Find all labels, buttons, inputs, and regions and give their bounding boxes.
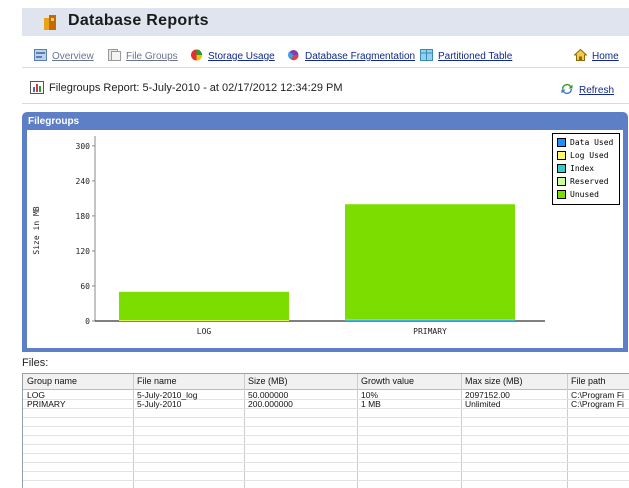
y-tick-label: 60	[80, 282, 90, 291]
nav-database-fragmentation[interactable]: Database Fragmentation	[287, 49, 415, 62]
refresh-icon	[561, 84, 573, 94]
legend-item-unused: Unused	[557, 190, 599, 199]
legend-label: Log Used	[570, 151, 609, 160]
home-icon	[574, 49, 587, 61]
table-row-empty	[23, 418, 629, 427]
filegroups-panel: Filegroups 0 60 120 180 240 300 Size in MB LOG P…	[22, 112, 628, 352]
legend-item-index: Index	[557, 164, 594, 173]
report-bar: Filegroups Report: 5-July-2010 - at 02/1…	[22, 72, 629, 104]
app-title: Database Reports	[68, 12, 209, 29]
reports-icon	[44, 15, 56, 30]
overview-icon	[34, 49, 47, 61]
y-tick-label: 180	[76, 212, 91, 221]
y-tick-label: 0	[85, 317, 90, 326]
legend-item-data-used: Data Used	[557, 138, 613, 147]
legend-swatch	[557, 138, 566, 147]
cell-file-path: C:\Program Fi	[571, 399, 624, 409]
cell-growth-value: 1 MB	[361, 399, 381, 409]
storage-usage-icon	[191, 49, 202, 61]
table-row-empty	[23, 427, 629, 436]
y-tick-label: 120	[76, 247, 91, 256]
refresh-button[interactable]: Refresh	[560, 83, 614, 96]
table-row-empty	[23, 436, 629, 445]
table-row[interactable]: LOG 5-July-2010_log 50.000000 10% 209715…	[23, 391, 629, 400]
legend-label: Unused	[570, 190, 599, 199]
panel-title: Filegroups	[28, 116, 80, 127]
refresh-label: Refresh	[579, 85, 615, 96]
y-tick-label: 240	[76, 177, 91, 186]
nav-home[interactable]: Home	[574, 49, 619, 62]
table-row[interactable]: PRIMARY 5-July-2010 200.000000 1 MB Unli…	[23, 400, 629, 409]
y-tick-label: 300	[76, 142, 91, 151]
legend-label: Data Used	[570, 138, 614, 147]
table-row-empty	[23, 481, 629, 488]
column-header-max-size[interactable]: Max size (MB)	[465, 376, 523, 386]
cell-file-name: 5-July-2010	[137, 399, 182, 409]
cell-group-name: PRIMARY	[27, 399, 66, 409]
nav-storage-usage[interactable]: Storage Usage	[190, 49, 275, 62]
column-header-file-name[interactable]: File name	[137, 376, 177, 386]
legend-item-reserved: Reserved	[557, 177, 609, 186]
table-row-empty	[23, 472, 629, 481]
partitioned-table-icon	[420, 49, 433, 61]
legend-swatch	[557, 151, 566, 160]
y-axis-label: Size in MB	[32, 206, 41, 254]
nav-overview[interactable]: Overview	[34, 49, 94, 62]
legend-item-log-used: Log Used	[557, 151, 609, 160]
nav-database-fragmentation-label: Database Fragmentation	[305, 51, 416, 62]
files-table: Group name File name Size (MB) Growth va…	[22, 373, 629, 488]
bar-log-log-used	[119, 320, 289, 321]
table-row-empty	[23, 409, 629, 418]
legend-swatch	[557, 190, 566, 199]
column-header-group-name[interactable]: Group name	[27, 376, 77, 386]
table-row-empty	[23, 463, 629, 472]
nav-partitioned-table-label: Partitioned Table	[438, 51, 513, 62]
x-tick-label: LOG	[197, 327, 212, 336]
nav-file-groups-label: File Groups	[126, 51, 178, 62]
cell-max-size: Unlimited	[465, 399, 501, 409]
legend-swatch	[557, 164, 566, 173]
legend-label: Reserved	[570, 177, 609, 186]
nav-storage-usage-label: Storage Usage	[208, 51, 275, 62]
nav-overview-label: Overview	[52, 51, 94, 62]
column-header-size[interactable]: Size (MB)	[248, 376, 288, 386]
files-label: Files:	[22, 357, 49, 369]
nav-partitioned-table[interactable]: Partitioned Table	[420, 49, 512, 62]
bar-primary-unused	[345, 204, 515, 320]
bar-log-unused	[119, 291, 289, 321]
chart-area: 0 60 120 180 240 300 Size in MB LOG PRIMARY Data…	[27, 130, 623, 348]
report-title: Filegroups Report: 5-July-2010 - at 02/1…	[49, 82, 343, 94]
chart-legend: Data Used Log Used Index Reserved Unused	[552, 133, 620, 205]
column-header-file-path[interactable]: File path	[571, 376, 606, 386]
x-tick-label: PRIMARY	[413, 327, 447, 336]
nav-home-label: Home	[592, 51, 619, 62]
legend-label: Index	[570, 164, 595, 173]
bar-chart-icon	[30, 81, 44, 94]
table-row-empty	[23, 454, 629, 463]
fragmentation-icon	[288, 50, 299, 61]
nav-file-groups[interactable]: File Groups	[108, 49, 178, 62]
nav-bar: Overview File Groups Storage Usage Datab…	[22, 38, 629, 68]
bar-primary-reserved	[345, 319, 515, 321]
app-header: Database Reports	[22, 8, 629, 36]
legend-swatch	[557, 177, 566, 186]
filegroups-chart: 0 60 120 180 240 300 Size in MB LOG PRIMARY	[32, 136, 545, 336]
file-groups-icon	[108, 49, 121, 61]
table-row-empty	[23, 445, 629, 454]
column-header-growth-value[interactable]: Growth value	[361, 376, 414, 386]
files-table-header: Group name File name Size (MB) Growth va…	[23, 374, 629, 390]
cell-size: 200.000000	[248, 399, 293, 409]
